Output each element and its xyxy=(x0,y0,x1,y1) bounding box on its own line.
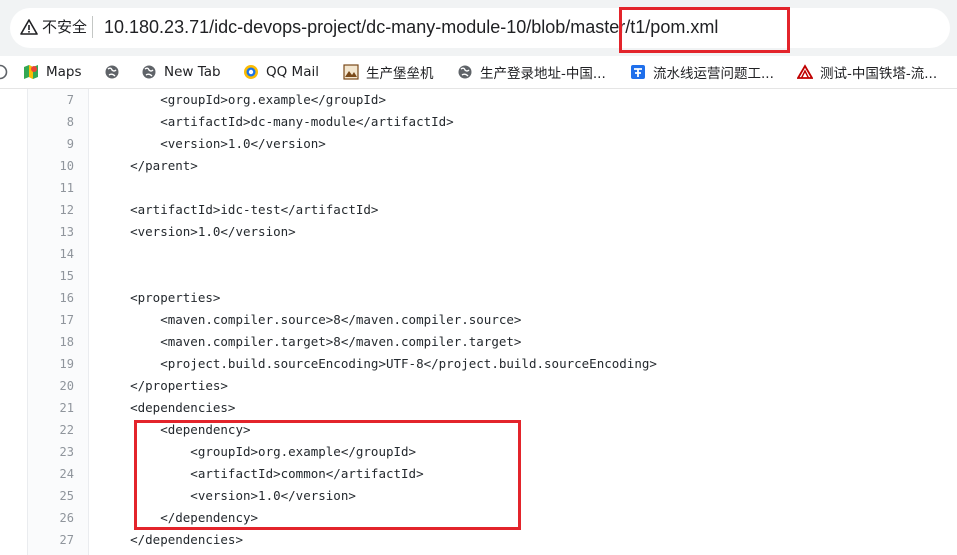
line-number[interactable]: 7 xyxy=(27,89,74,111)
code-text: <version>1.0</version> xyxy=(100,136,326,151)
code-text: <dependencies> xyxy=(100,400,236,415)
feishu-icon xyxy=(631,65,645,79)
line-number[interactable]: 22 xyxy=(27,419,74,441)
code-text: <maven.compiler.target>8</maven.compiler… xyxy=(100,334,522,349)
bookmark-label: Maps xyxy=(46,64,82,80)
line-number[interactable]: 23 xyxy=(27,441,74,463)
globe-icon xyxy=(458,65,472,79)
line-number[interactable]: 9 xyxy=(27,133,74,155)
qq-mail-icon xyxy=(244,65,258,79)
bookmark-label: 流水线运营问题工... xyxy=(653,66,774,82)
bookmark-new-tab[interactable]: New Tab xyxy=(141,62,221,82)
bookmark-tower-test[interactable]: 测试-中国铁塔-流... xyxy=(797,62,937,82)
dependency-highlight-annotation xyxy=(134,420,521,530)
bookmark-bastion[interactable]: 生产堡垒机 xyxy=(343,62,434,82)
line-number[interactable]: 26 xyxy=(27,507,74,529)
code-text: <version>1.0</version> xyxy=(100,224,296,239)
globe-icon xyxy=(105,65,119,79)
code-text: <maven.compiler.source>8</maven.compiler… xyxy=(100,312,522,327)
code-line: 14 xyxy=(0,243,957,265)
code-line: 11 xyxy=(0,177,957,199)
code-line: 8 <artifactId>dc-many-module</artifactId… xyxy=(0,111,957,133)
line-number[interactable]: 13 xyxy=(27,221,74,243)
bookmark-label: 测试-中国铁塔-流... xyxy=(820,66,938,82)
bookmark-partial[interactable] xyxy=(0,62,15,82)
code-text: <properties> xyxy=(100,290,221,305)
code-line: 10 </parent> xyxy=(0,155,957,177)
code-line: 17 <maven.compiler.source>8</maven.compi… xyxy=(0,309,957,331)
bookmark-qq-mail[interactable]: QQ Mail xyxy=(243,62,319,82)
line-number[interactable]: 18 xyxy=(27,331,74,353)
line-number[interactable]: 21 xyxy=(27,397,74,419)
code-text: <groupId>org.example</groupId> xyxy=(100,92,386,107)
bookmarks-bar: Maps New Tab QQ Mail 生产堡垒机 生产登录地址-中国... … xyxy=(0,56,957,89)
code-line: 13 <version>1.0</version> xyxy=(0,221,957,243)
code-line: 20 </properties> xyxy=(0,375,957,397)
code-line: 19 <project.build.sourceEncoding>UTF-8</… xyxy=(0,353,957,375)
image-icon xyxy=(343,64,359,80)
code-text: <project.build.sourceEncoding>UTF-8</pro… xyxy=(100,356,657,371)
url-highlight-annotation xyxy=(619,7,790,53)
code-line: 15 xyxy=(0,265,957,287)
bookmark-pipeline[interactable]: 流水线运营问题工... xyxy=(630,62,774,82)
code-line: 9 <version>1.0</version> xyxy=(0,133,957,155)
line-number[interactable]: 27 xyxy=(27,529,74,551)
bookmark-label: QQ Mail xyxy=(266,64,319,80)
bookmark-maps[interactable]: Maps xyxy=(23,62,82,82)
maps-icon xyxy=(24,65,38,79)
address-divider xyxy=(92,16,93,38)
code-text: </dependencies> xyxy=(100,532,243,547)
code-line: 18 <maven.compiler.target>8</maven.compi… xyxy=(0,331,957,353)
bookmark-prod-login[interactable]: 生产登录地址-中国... xyxy=(457,62,606,82)
url-host: 10.180.23.71 xyxy=(104,17,210,37)
line-number[interactable]: 16 xyxy=(27,287,74,309)
line-number[interactable]: 10 xyxy=(27,155,74,177)
line-number[interactable]: 8 xyxy=(27,111,74,133)
code-text: </parent> xyxy=(100,158,198,173)
line-number[interactable]: 14 xyxy=(27,243,74,265)
line-number[interactable]: 11 xyxy=(27,177,74,199)
bookmark-label: 生产堡垒机 xyxy=(366,66,434,82)
line-number[interactable]: 15 xyxy=(27,265,74,287)
security-status-label[interactable]: 不安全 xyxy=(42,17,87,37)
globe-icon xyxy=(0,64,8,80)
bookmark-globe[interactable] xyxy=(104,62,127,82)
line-number[interactable]: 24 xyxy=(27,463,74,485)
warning-icon[interactable] xyxy=(20,18,38,36)
code-line: 16 <properties> xyxy=(0,287,957,309)
tower-icon xyxy=(797,64,813,79)
code-text: <artifactId>idc-test</artifactId> xyxy=(100,202,379,217)
bookmark-label: New Tab xyxy=(164,64,221,80)
code-line: 21 <dependencies> xyxy=(0,397,957,419)
code-text: </properties> xyxy=(100,378,228,393)
code-line: 27 </dependencies> xyxy=(0,529,957,551)
line-number[interactable]: 17 xyxy=(27,309,74,331)
code-text: <artifactId>dc-many-module</artifactId> xyxy=(100,114,454,129)
code-line: 12 <artifactId>idc-test</artifactId> xyxy=(0,199,957,221)
code-line: 7 <groupId>org.example</groupId> xyxy=(0,89,957,111)
line-number[interactable]: 19 xyxy=(27,353,74,375)
line-number[interactable]: 25 xyxy=(27,485,74,507)
bookmark-label: 生产登录地址-中国... xyxy=(480,66,606,82)
browser-toolbar: 不安全 10.180.23.71/idc-devops-project/dc-m… xyxy=(0,0,957,56)
line-number[interactable]: 12 xyxy=(27,199,74,221)
line-number[interactable]: 20 xyxy=(27,375,74,397)
globe-icon xyxy=(142,65,156,79)
